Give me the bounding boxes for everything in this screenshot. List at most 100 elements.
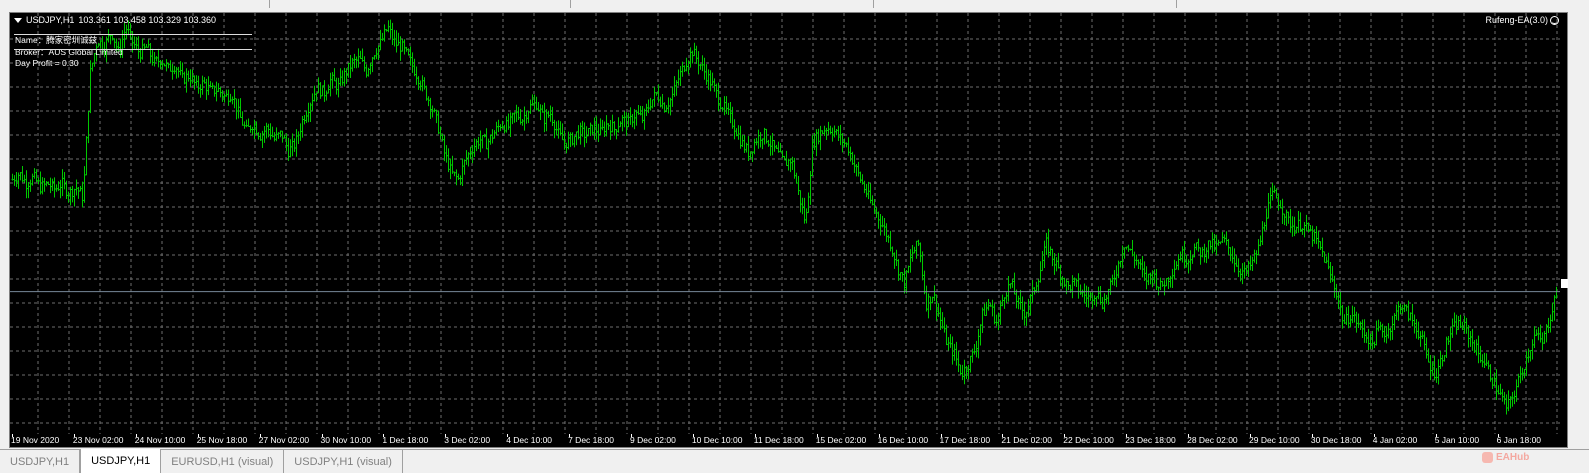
price-bar — [219, 86, 222, 98]
price-bar — [69, 186, 72, 206]
price-bar — [1257, 239, 1260, 256]
price-bar — [1181, 246, 1184, 263]
price-bar — [311, 93, 314, 112]
price-bar — [793, 157, 796, 179]
price-bar — [969, 355, 972, 373]
price-bar — [1259, 235, 1262, 247]
time-label: 28 Dec 02:00 — [1187, 435, 1238, 445]
chart-tab[interactable]: USDJPY,H1 — [0, 450, 81, 473]
price-bar — [245, 119, 248, 128]
price-bar — [887, 234, 890, 243]
price-bar — [1517, 373, 1520, 388]
price-bar — [1197, 238, 1200, 252]
price-bar — [1499, 383, 1502, 396]
menu-triangle-icon[interactable] — [14, 17, 22, 23]
chart-header[interactable]: USDJPY,H1 103.361 103.458 103.329 103.36… — [14, 15, 216, 25]
price-bar — [1077, 273, 1080, 299]
price-bar — [683, 65, 686, 72]
time-label: 3 Dec 02:00 — [444, 435, 491, 445]
chart-tab[interactable]: USDJPY,H1 (visual) — [284, 450, 403, 473]
price-bar — [1095, 296, 1098, 307]
price-bar — [469, 146, 472, 160]
price-bar — [1185, 254, 1188, 268]
price-bar — [465, 150, 468, 165]
price-bar — [1475, 339, 1478, 356]
price-bar — [1489, 364, 1492, 382]
price-bar — [1109, 278, 1112, 295]
price-bar — [1347, 305, 1350, 329]
price-bar — [931, 296, 934, 304]
price-bar — [1037, 279, 1040, 293]
time-label: 15 Dec 02:00 — [815, 435, 867, 445]
price-bar — [1017, 295, 1020, 310]
price-bar — [1535, 329, 1538, 337]
price-bar — [1171, 268, 1174, 289]
price-bar — [757, 129, 760, 149]
smiley-icon[interactable] — [1550, 15, 1559, 25]
price-bar — [1317, 231, 1320, 249]
chart-tab[interactable]: USDJPY,H1 — [80, 449, 162, 473]
price-bar — [1229, 247, 1232, 262]
price-bar — [1377, 319, 1380, 332]
price-bar — [227, 89, 230, 106]
price-bar — [991, 299, 994, 317]
price-bar — [1157, 286, 1160, 296]
price-bar — [961, 364, 964, 381]
price-bar — [473, 138, 476, 157]
price-bar — [461, 158, 464, 187]
price-bar — [981, 307, 984, 334]
watermark: EAHub — [1482, 452, 1529, 463]
time-label: 1 Dec 18:00 — [382, 435, 429, 445]
expert-advisor-label[interactable]: Rufeng-EA(3.0) — [1485, 15, 1559, 25]
price-bar — [777, 141, 780, 153]
price-bar — [85, 136, 88, 176]
time-label: 17 Dec 18:00 — [939, 435, 991, 445]
price-bar — [577, 125, 580, 140]
price-bar — [1207, 240, 1210, 259]
price-bar — [589, 122, 592, 137]
price-bar — [41, 177, 44, 195]
price-bar — [1225, 231, 1228, 246]
price-bar — [1411, 303, 1414, 327]
price-bar — [631, 113, 634, 128]
price-bar — [297, 131, 300, 144]
price-bar — [815, 129, 818, 157]
price-bar — [1253, 249, 1256, 263]
price-bar — [1145, 266, 1148, 290]
time-label: 7 Dec 18:00 — [568, 435, 614, 445]
price-bar — [485, 128, 488, 150]
price-bar — [1551, 302, 1554, 322]
price-bar — [1203, 243, 1206, 263]
price-bar — [1247, 260, 1250, 278]
price-bar — [975, 340, 978, 358]
price-bar — [591, 124, 594, 135]
price-chart[interactable] — [10, 13, 1560, 434]
time-label: 30 Dec 18:00 — [1310, 435, 1362, 445]
price-bar — [995, 314, 998, 327]
price-bar — [1023, 301, 1026, 326]
price-bar — [955, 341, 958, 366]
price-bar — [659, 96, 662, 108]
price-bar — [499, 124, 502, 132]
price-bar — [1079, 284, 1082, 295]
price-bar — [1263, 222, 1266, 232]
left-margin — [0, 12, 9, 448]
price-bar — [1441, 354, 1444, 367]
price-bar — [51, 178, 54, 192]
price-bar — [601, 119, 604, 131]
price-bar — [1483, 352, 1486, 368]
price-bar — [615, 129, 618, 140]
price-bar — [973, 343, 976, 355]
price-bar — [19, 172, 22, 181]
price-bar — [1327, 252, 1330, 270]
chart-tab[interactable]: EURUSD,H1 (visual) — [161, 450, 285, 473]
price-bar — [1009, 283, 1012, 289]
price-bar — [1353, 306, 1356, 323]
price-bar — [853, 154, 856, 174]
price-bar — [933, 285, 936, 301]
price-bar — [689, 47, 692, 68]
price-bar — [1075, 278, 1078, 288]
price-bar — [359, 50, 362, 59]
price-bar — [29, 179, 32, 192]
price-bar — [1083, 283, 1086, 304]
